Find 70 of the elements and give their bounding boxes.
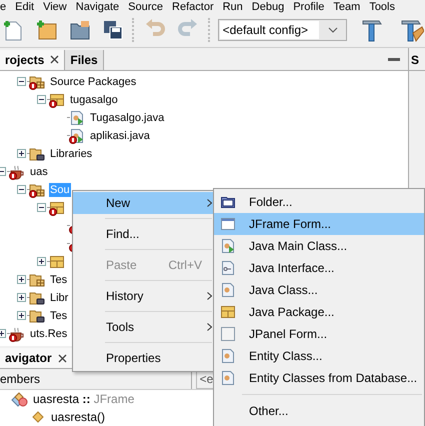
menu-item[interactable]: Tools	[73, 316, 214, 338]
menu-item[interactable]: Properties	[73, 347, 214, 369]
java-file-icon	[220, 238, 236, 254]
java-file-icon	[220, 370, 236, 386]
panel-tab[interactable]: S	[409, 50, 425, 71]
menu-item[interactable]: Team	[333, 1, 360, 13]
menu-item[interactable]: Run	[222, 1, 243, 13]
collapse-toggle[interactable]	[37, 203, 47, 212]
method-name[interactable]: uasresta()	[50, 408, 106, 425]
class-name[interactable]: uasresta :: JFrame	[32, 390, 136, 407]
expand-toggle[interactable]	[0, 329, 7, 338]
menu-item[interactable]: Java Main Class...	[214, 235, 424, 257]
panel-tab[interactable]: rojects	[0, 50, 66, 70]
tree-item[interactable]: Tes	[49, 272, 68, 287]
tree-item[interactable]: Tugasalgo.java	[89, 110, 166, 125]
java-file-icon	[220, 282, 236, 298]
menu-item[interactable]: Entity Class...	[214, 345, 424, 367]
new-project-icon	[34, 18, 58, 42]
menu-item[interactable]: View	[43, 1, 67, 13]
tree-item[interactable]: Tes	[49, 308, 68, 323]
window-icon	[220, 216, 236, 232]
interface-file-icon	[220, 260, 236, 276]
menu-item[interactable]: JPanel Form...	[214, 323, 424, 345]
expand-toggle[interactable]	[17, 149, 27, 158]
tree-item[interactable]: Libr	[49, 290, 70, 305]
minimize-icon[interactable]	[388, 58, 400, 62]
menu-item[interactable]: e	[0, 1, 6, 13]
menu-item[interactable]: Edit	[15, 1, 34, 13]
folder-icon	[220, 194, 236, 210]
menu-item[interactable]: History	[73, 285, 214, 307]
tree-item[interactable]: uts.Res	[29, 326, 68, 341]
java-file-icon	[220, 348, 236, 364]
collapse-toggle[interactable]	[17, 77, 27, 86]
menu-item[interactable]: JFrame Form...	[214, 213, 424, 235]
close-icon[interactable]	[50, 55, 60, 64]
class-icon	[10, 390, 28, 407]
menu-item[interactable]: Find...	[73, 223, 214, 245]
menu-item[interactable]: Refactor	[172, 1, 214, 13]
panel-tab[interactable]: Files	[65, 50, 104, 70]
chevron-down-icon	[328, 27, 338, 33]
collapse-toggle[interactable]	[37, 95, 47, 104]
diamond-icon	[30, 408, 46, 425]
menu-item[interactable]: Navigate	[76, 1, 120, 13]
expand-toggle[interactable]	[17, 311, 27, 320]
menu-item[interactable]: Other...	[214, 400, 424, 422]
tree-item[interactable]: aplikasi.java	[89, 128, 151, 143]
menu-item[interactable]: Java Class...	[214, 279, 424, 301]
menu-item[interactable]: Source	[128, 1, 164, 13]
expand-toggle[interactable]	[37, 257, 47, 266]
config-dropdown[interactable]: <default config>	[218, 19, 348, 41]
menu-item[interactable]: Folder...	[214, 191, 424, 213]
menu-item[interactable]: Debug	[252, 1, 284, 13]
menu-item[interactable]: Profile	[293, 1, 324, 13]
package-icon	[220, 304, 236, 320]
menu-item[interactable]: New	[73, 192, 214, 214]
collapse-toggle[interactable]	[0, 167, 7, 176]
close-icon[interactable]	[58, 354, 67, 363]
collapse-toggle[interactable]	[17, 185, 27, 194]
panel-tab[interactable]: avigator	[0, 348, 73, 368]
menu-item[interactable]: Java Interface...	[214, 257, 424, 279]
tree-item[interactable]: Libraries	[49, 146, 94, 161]
tree-item[interactable]: uas	[29, 164, 49, 179]
expand-toggle[interactable]	[17, 275, 27, 284]
menu-item[interactable]: Java Package...	[214, 301, 424, 323]
expand-toggle[interactable]	[17, 293, 27, 302]
tree-item[interactable]: tugasalgo	[69, 92, 119, 107]
menu-item[interactable]: Tools	[369, 1, 395, 13]
open-folder-icon	[68, 18, 92, 42]
tree-item[interactable]: Source Packages	[49, 74, 138, 89]
panel-icon	[220, 326, 236, 342]
